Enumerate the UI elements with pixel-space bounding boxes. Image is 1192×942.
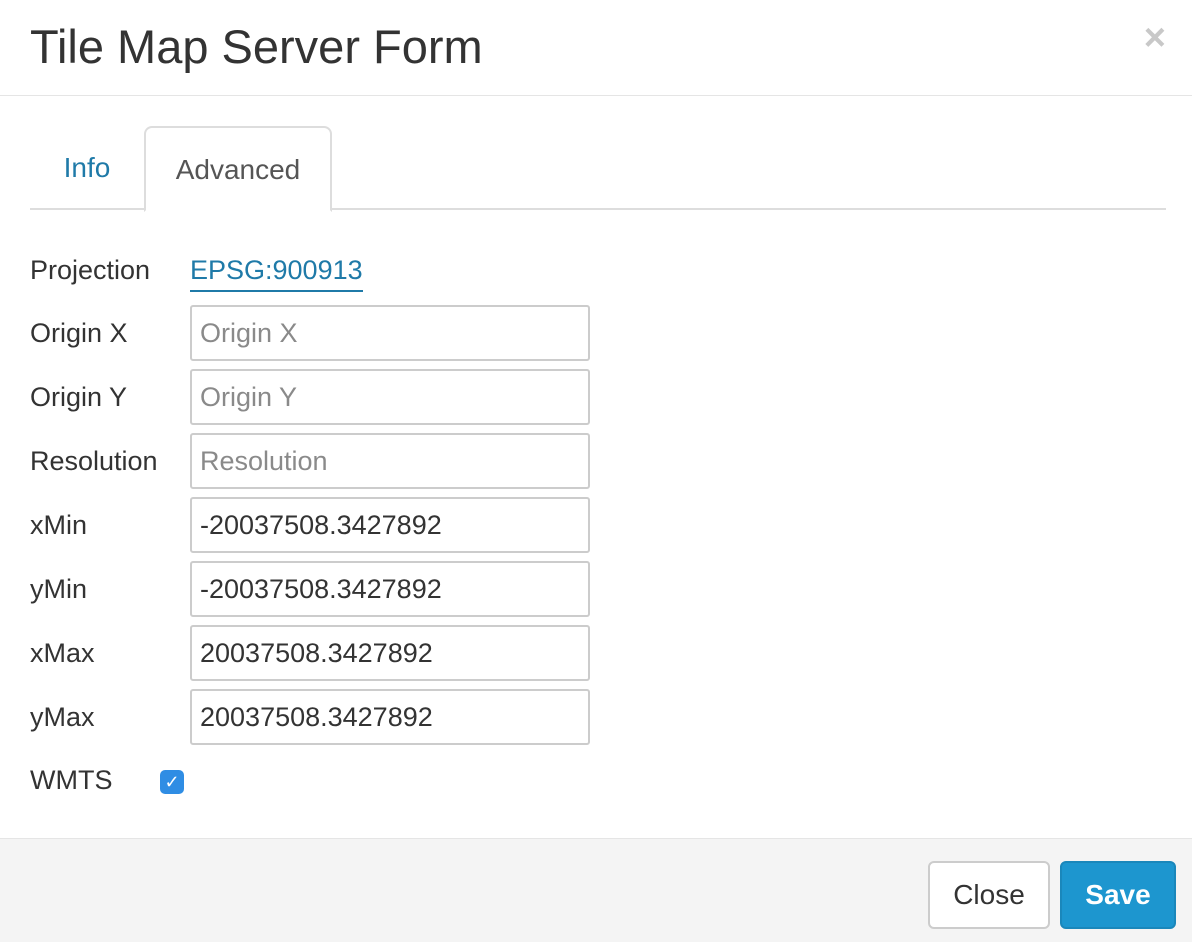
xmin-row: xMin xyxy=(30,497,1170,553)
tile-map-server-modal: Tile Map Server Form × Info Advanced Pro… xyxy=(0,0,1192,942)
wmts-checkbox[interactable]: ✓ xyxy=(160,770,184,794)
modal-header: Tile Map Server Form × xyxy=(0,0,1192,96)
save-button[interactable]: Save xyxy=(1060,861,1176,929)
close-icon[interactable]: × xyxy=(1144,18,1166,58)
resolution-input[interactable] xyxy=(190,433,590,489)
close-button[interactable]: Close xyxy=(928,861,1050,929)
origin-x-input[interactable] xyxy=(190,305,590,361)
origin-y-label: Origin Y xyxy=(30,382,128,412)
origin-y-input[interactable] xyxy=(190,369,590,425)
ymin-row: yMin xyxy=(30,561,1170,617)
wmts-label: WMTS xyxy=(30,765,113,795)
ymax-label: yMax xyxy=(30,702,95,732)
modal-title: Tile Map Server Form xyxy=(30,20,483,73)
resolution-row: Resolution xyxy=(30,433,1170,489)
ymin-label: yMin xyxy=(30,574,88,604)
origin-y-row: Origin Y xyxy=(30,369,1170,425)
wmts-row: WMTS xyxy=(30,752,1170,808)
tab-bar: Info Advanced xyxy=(30,126,1166,212)
ymin-input[interactable] xyxy=(190,561,590,617)
modal-footer: Close Save xyxy=(0,838,1192,942)
xmax-input[interactable] xyxy=(190,625,590,681)
xmin-input[interactable] xyxy=(190,497,590,553)
projection-row: Projection EPSG:900913 xyxy=(30,242,1170,298)
tab-info[interactable]: Info xyxy=(30,126,144,210)
resolution-label: Resolution xyxy=(30,446,158,476)
projection-label: Projection xyxy=(30,255,151,285)
xmax-row: xMax xyxy=(30,625,1170,681)
xmax-label: xMax xyxy=(30,638,95,668)
tab-advanced[interactable]: Advanced xyxy=(144,126,332,212)
ymax-row: yMax xyxy=(30,689,1170,745)
projection-link[interactable]: EPSG:900913 xyxy=(190,250,363,292)
origin-x-label: Origin X xyxy=(30,318,128,348)
xmin-label: xMin xyxy=(30,510,88,540)
ymax-input[interactable] xyxy=(190,689,590,745)
origin-x-row: Origin X xyxy=(30,305,1170,361)
